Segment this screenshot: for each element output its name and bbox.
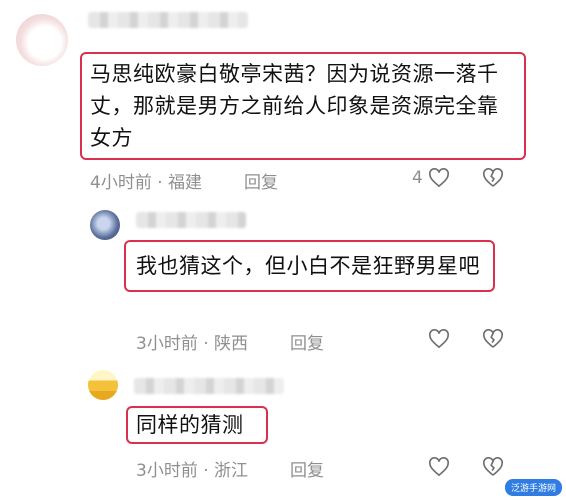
avatar[interactable] (16, 14, 68, 66)
like-heart-icon[interactable] (428, 457, 450, 477)
reply-button[interactable]: 回复 (290, 329, 324, 354)
comment-time-location: 3小时前 · 陕西 (136, 334, 249, 354)
username[interactable] (136, 212, 246, 228)
comment-time-location: 3小时前 · 浙江 (136, 461, 249, 481)
avatar[interactable] (88, 370, 118, 400)
comment-time-location: 4小时前 · 福建 (90, 173, 203, 193)
like-heart-icon[interactable] (428, 168, 450, 188)
comment-text: 同样的猜测 (126, 406, 268, 444)
reply-button[interactable]: 回复 (244, 168, 278, 193)
comment-text-content: 我也猜这个，但小白不是狂野男星吧 (136, 254, 480, 278)
dislike-broken-heart-icon[interactable] (482, 329, 504, 349)
username[interactable] (134, 378, 284, 394)
comment-text: 马思纯欧豪白敬亭宋茜？因为说资源一落千丈，那就是男方之前给人印象是资源完全靠女方 (80, 52, 526, 160)
dislike-broken-heart-icon[interactable] (482, 457, 504, 477)
reply-button[interactable]: 回复 (290, 456, 324, 481)
watermark: 泛游手游网 (504, 479, 562, 496)
comment-text-content: 同样的猜测 (136, 413, 244, 437)
dislike-broken-heart-icon[interactable] (482, 168, 504, 188)
avatar[interactable] (90, 210, 120, 240)
like-count: 4 (412, 168, 423, 188)
comment-text: 我也猜这个，但小白不是狂野男星吧 (124, 240, 495, 292)
comment-text-content: 马思纯欧豪白敬亭宋茜？因为说资源一落千丈，那就是男方之前给人印象是资源完全靠女方 (90, 62, 499, 150)
username[interactable] (88, 12, 248, 28)
like-heart-icon[interactable] (428, 329, 450, 349)
